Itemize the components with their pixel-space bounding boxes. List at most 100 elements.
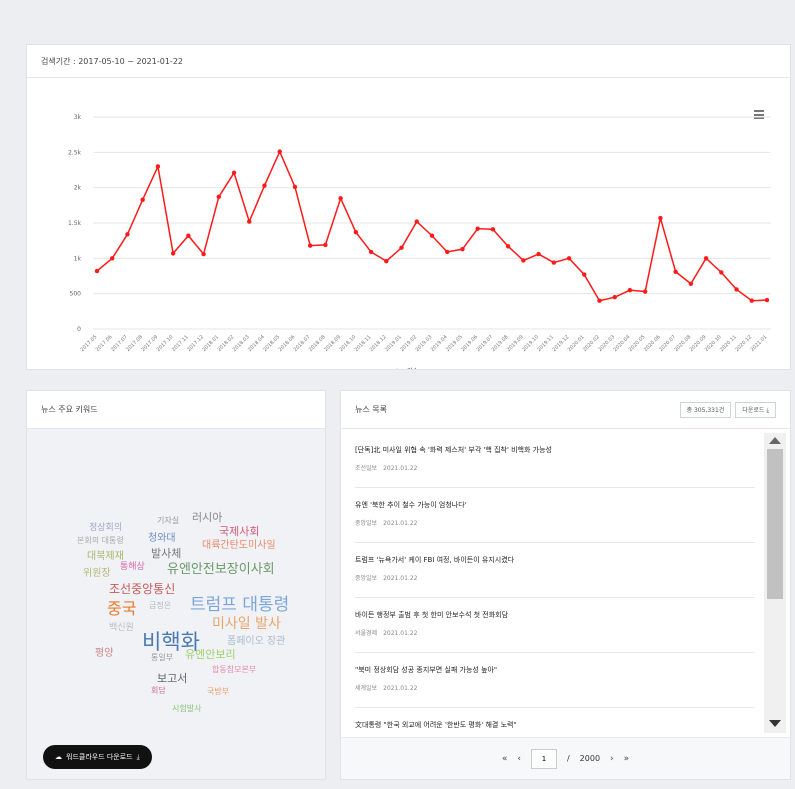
data-point: [277, 149, 282, 154]
keyword-word[interactable]: 대륙간탄도미사일: [202, 541, 276, 551]
download-icon: ⤓: [766, 406, 769, 414]
scroll-down-arrow-icon[interactable]: [769, 720, 781, 727]
y-tick-label: 1k: [74, 255, 82, 262]
first-page-button[interactable]: «: [502, 754, 508, 764]
keyword-word[interactable]: 합동참모본부: [212, 666, 256, 674]
scroll-up-arrow-icon[interactable]: [769, 437, 781, 444]
keyword-word[interactable]: 유엔안보리: [185, 649, 236, 660]
news-item[interactable]: 바이든 행정부 출범 후 첫 한미 안보수석 첫 전화회담서울경제 2021.01…: [355, 598, 755, 653]
news-date: 2021.01.22: [383, 630, 418, 637]
keyword-word[interactable]: 국방부: [207, 688, 229, 696]
data-point: [445, 249, 450, 255]
keyword-word[interactable]: 조선중앙통신: [109, 583, 175, 595]
data-point: [353, 229, 359, 235]
chart-panel-header: 검색기간 : 2017-05-10 ~ 2021-01-22: [27, 45, 790, 78]
trend-line-chart: 05001k1.5k2k2.5k3k2017.052017.062017.072…: [68, 114, 771, 369]
keyword-word[interactable]: 본회의 대통령: [77, 537, 124, 545]
keyword-word[interactable]: 통일부: [151, 654, 173, 662]
data-point: [155, 164, 161, 169]
news-scrollbar[interactable]: [764, 433, 786, 733]
page-number-input[interactable]: [530, 748, 557, 769]
data-point: [94, 268, 100, 274]
keyword-word[interactable]: 금정은: [149, 602, 171, 610]
data-point: [186, 233, 191, 238]
news-item[interactable]: [단독]北 미사일 위협 속 '화력 제스처' 부각 '핵 집착' 비핵화 가능…: [355, 433, 755, 488]
news-source: 중앙일보: [355, 575, 378, 582]
data-point: [475, 226, 480, 231]
keyword-word[interactable]: 회담: [151, 687, 166, 695]
keyword-word[interactable]: 국제사회: [219, 526, 259, 537]
data-point: [582, 272, 587, 277]
keyword-word[interactable]: 시험발사: [172, 705, 201, 713]
legend-label: 건수: [407, 367, 419, 369]
keyword-word[interactable]: 통해상: [120, 563, 145, 572]
news-item[interactable]: "북미 정상회담 성공 종지부면 실패 가능성 높아" 세계일보 2021.01.2…: [355, 653, 755, 708]
data-point: [642, 289, 648, 294]
news-meta: 서울경제 2021.01.22: [355, 628, 755, 637]
news-meta: 세계일보 2021.01.22: [355, 683, 755, 692]
data-point: [323, 242, 328, 248]
news-download-label: 다운로드: [742, 406, 765, 414]
news-item[interactable]: 트럼프 '뉴욕가서' 케이 FBI 여정, 바이든이 유지시켰다중앙일보 2021…: [355, 543, 755, 598]
news-source: 조선일보: [355, 465, 378, 472]
keyword-word[interactable]: 대북제재: [87, 552, 124, 562]
keyword-word[interactable]: 백신원: [109, 624, 134, 633]
news-title[interactable]: 文대통령 "한국 외교에 어려운 '한반도 평화' 해결 노력": [355, 720, 755, 730]
keyword-word[interactable]: 미사일 발사: [212, 617, 281, 631]
keyword-word[interactable]: 폼페이오 장관: [227, 637, 285, 647]
y-tick-label: 1.5k: [68, 220, 82, 227]
news-meta: 중앙일보 2021.01.22: [355, 573, 755, 582]
keyword-word[interactable]: 정상회의: [89, 524, 122, 533]
data-point: [170, 251, 176, 256]
data-point: [551, 260, 557, 265]
keyword-word[interactable]: 보고서: [157, 673, 187, 684]
news-count-button[interactable]: 총 305,331건: [679, 401, 732, 418]
wordcloud-download-label: 워드클라우드 다운로드: [66, 753, 133, 761]
data-point: [703, 256, 709, 261]
news-title[interactable]: "북미 정상회담 성공 종지부면 실패 가능성 높아": [355, 665, 755, 675]
data-point: [262, 183, 267, 188]
keyword-word[interactable]: 발사체: [151, 548, 181, 559]
data-point: [612, 295, 617, 300]
news-source: 중앙일보: [355, 520, 378, 527]
pagination: « ‹ / 2000 › »: [341, 737, 790, 779]
data-point: [536, 251, 541, 257]
news-list: [단독]北 미사일 위협 속 '화력 제스처' 부각 '핵 집착' 비핵화 가능…: [355, 433, 755, 733]
wordcloud-download-button[interactable]: ☁ 워드클라우드 다운로드 ⤓: [43, 745, 152, 769]
keyword-word[interactable]: 위원장: [83, 569, 111, 579]
news-download-button[interactable]: 다운로드 ⤓: [735, 401, 776, 418]
keyword-word[interactable]: 청와대: [148, 534, 176, 544]
last-page-button[interactable]: »: [624, 754, 630, 764]
data-point: [688, 281, 694, 286]
news-date: 2021.01.22: [383, 685, 418, 692]
keyword-word[interactable]: 기자실: [157, 517, 179, 525]
keyword-word[interactable]: 평양: [95, 649, 113, 659]
data-point: [597, 298, 602, 303]
keyword-word[interactable]: 트럼프 대통령: [190, 597, 289, 614]
y-tick-label: 500: [70, 291, 82, 298]
news-date: 2021.01.22: [383, 520, 418, 527]
news-title[interactable]: [단독]北 미사일 위협 속 '화력 제스처' 부각 '핵 집착' 비핵화 가능…: [355, 445, 755, 455]
data-point: [231, 170, 237, 176]
news-title[interactable]: 유엔 '북한 추이 철수 가능이 엄청나다': [355, 500, 755, 510]
keyword-panel-title: 뉴스 주요 키워드: [41, 405, 98, 414]
data-point: [627, 287, 633, 293]
keyword-word[interactable]: 유엔안전보장이사회: [167, 563, 275, 576]
keyword-panel-header: 뉴스 주요 키워드: [27, 391, 325, 429]
keyword-word[interactable]: 중국: [107, 601, 136, 617]
total-pages: 2000: [579, 754, 601, 763]
news-panel-header: 뉴스 목록 총 305,331건 다운로드 ⤓: [341, 391, 790, 429]
prev-page-button[interactable]: ‹: [517, 754, 521, 764]
news-title[interactable]: 바이든 행정부 출범 후 첫 한미 안보수석 첫 전화회담: [355, 610, 755, 620]
data-point: [734, 287, 739, 292]
news-item[interactable]: 유엔 '북한 추이 철수 가능이 엄청나다' 중앙일보 2021.01.22: [355, 488, 755, 543]
scroll-thumb[interactable]: [767, 449, 783, 599]
keyword-word[interactable]: 러시아: [192, 512, 222, 523]
news-title[interactable]: 트럼프 '뉴욕가서' 케이 FBI 여정, 바이든이 유지시켰다: [355, 555, 755, 565]
data-point: [292, 184, 298, 190]
trend-chart-panel: 검색기간 : 2017-05-10 ~ 2021-01-22 0 500 1k 1.5…: [26, 44, 791, 370]
next-page-button[interactable]: ›: [610, 754, 614, 764]
news-date: 2021.01.22: [383, 575, 418, 582]
data-point: [125, 232, 130, 237]
news-item[interactable]: 文대통령 "한국 외교에 어려운 '한반도 평화' 해결 노력"중앙일보2021…: [355, 708, 755, 733]
